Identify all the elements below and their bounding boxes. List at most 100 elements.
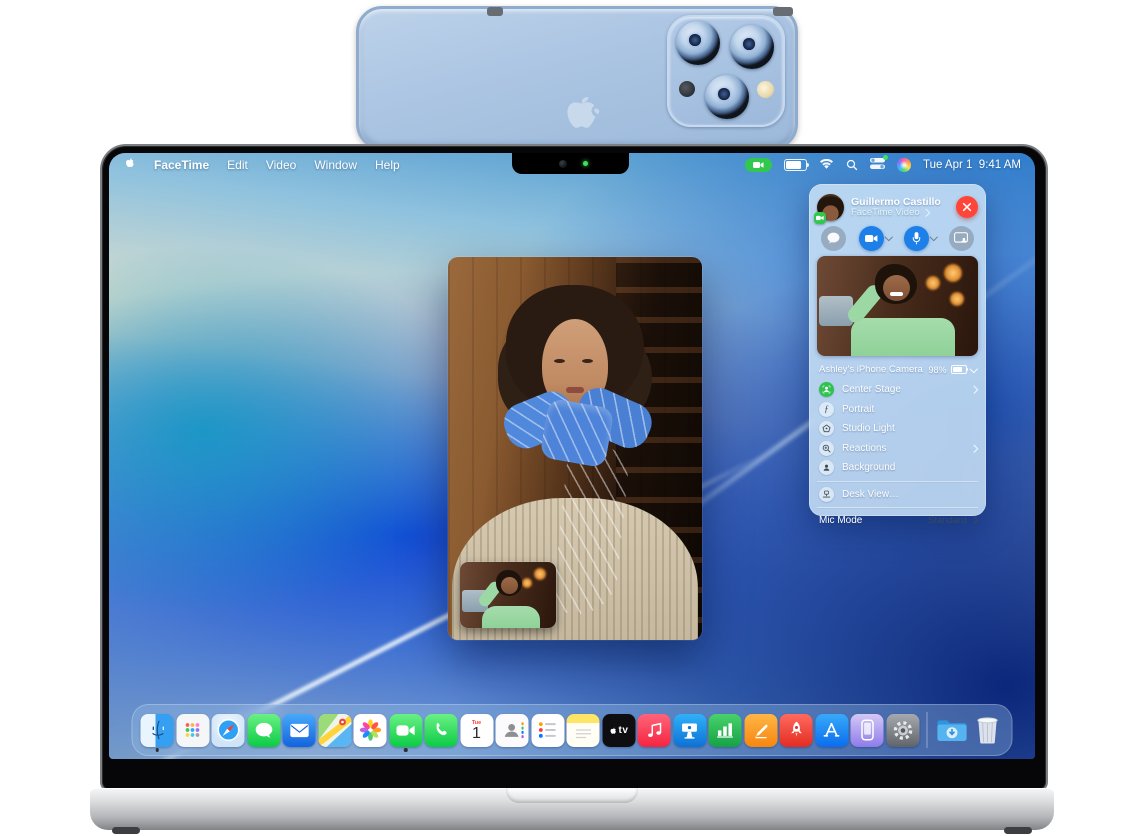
camera-source-label: Ashley's iPhone Camera	[819, 364, 923, 375]
reactions-icon	[819, 441, 834, 456]
facetime-icon	[396, 724, 415, 737]
apple-logo	[557, 83, 603, 139]
menu-facetime[interactable]: FaceTime	[154, 158, 209, 172]
maps-icon	[318, 714, 351, 747]
effect-background[interactable]: Background	[817, 458, 978, 478]
smile	[890, 292, 903, 296]
background-icon	[819, 460, 834, 475]
effect-portrait[interactable]: ƒ Portrait	[817, 400, 978, 420]
mail-icon	[289, 723, 309, 738]
dock-mail[interactable]	[283, 714, 316, 747]
dock-finder[interactable]	[141, 714, 174, 747]
camera-in-use-indicator[interactable]	[745, 158, 772, 172]
rocket-icon	[786, 720, 806, 740]
dock-rocket-app[interactable]	[780, 714, 813, 747]
iphone-lens	[676, 21, 720, 65]
dock-contacts[interactable]	[496, 714, 529, 747]
tv-apple-glyph	[609, 725, 618, 736]
mic-options-chevron[interactable]	[930, 233, 938, 241]
dock-downloads[interactable]	[935, 714, 968, 747]
reminders-icon	[537, 720, 559, 740]
messages-icon	[254, 721, 273, 739]
iphone-camera-module	[667, 15, 785, 127]
collapse-chevron[interactable]	[969, 365, 977, 373]
camera-toggle-button[interactable]	[859, 226, 884, 251]
mic-toggle-button[interactable]	[904, 226, 929, 251]
iphone-flash	[757, 81, 774, 98]
effect-center-stage[interactable]: Center Stage	[817, 380, 978, 400]
menu-edit[interactable]: Edit	[227, 158, 248, 172]
effect-studio-light[interactable]: Studio Light	[817, 419, 978, 439]
dock-photos[interactable]	[354, 714, 387, 747]
rubber-foot	[1004, 827, 1032, 834]
control-center-icon[interactable]	[870, 158, 885, 172]
facetime-window[interactable]	[448, 257, 702, 640]
dock-numbers[interactable]	[709, 714, 742, 747]
menu-help[interactable]: Help	[375, 158, 400, 172]
menu-window[interactable]: Window	[314, 158, 357, 172]
launchpad-icon	[183, 720, 203, 740]
dock-pages[interactable]	[744, 714, 777, 747]
dock-notes[interactable]	[567, 714, 600, 747]
camera-source-row[interactable]: Ashley's iPhone Camera 98%	[817, 362, 978, 377]
spotlight-search-icon[interactable]	[846, 159, 858, 171]
dock-messages[interactable]	[247, 714, 280, 747]
menu-bar-clock[interactable]: Tue Apr 1 9:41 AM	[923, 159, 1021, 171]
dock-divider	[927, 712, 928, 748]
dock-tv[interactable]: tv	[602, 714, 635, 747]
webcam-lens	[559, 160, 567, 168]
local-video-pip[interactable]	[460, 562, 556, 628]
dock-launchpad[interactable]	[176, 714, 209, 747]
effect-reactions[interactable]: Reactions	[817, 439, 978, 459]
dock-music[interactable]	[638, 714, 671, 747]
running-indicator	[404, 748, 408, 752]
call-controls	[817, 222, 978, 254]
dock-safari[interactable]	[212, 714, 245, 747]
apple-menu-icon[interactable]	[123, 157, 136, 172]
trash-icon	[974, 716, 1000, 745]
safari-icon	[215, 717, 241, 743]
mic-mode-row[interactable]: Mic Mode Standard	[817, 511, 978, 529]
dock-trash[interactable]	[971, 714, 1004, 747]
camera-active-dot	[883, 155, 888, 160]
caller-name: Guillermo Castillo	[851, 196, 949, 208]
notes-icon	[572, 720, 594, 740]
menu-video[interactable]: Video	[266, 158, 296, 172]
call-type[interactable]: FaceTime Video	[851, 208, 949, 219]
dock-iphone-mirroring[interactable]	[851, 714, 884, 747]
keynote-icon	[680, 721, 700, 740]
dock-app-store[interactable]	[815, 714, 848, 747]
downloads-folder-icon	[936, 717, 967, 743]
screen-share-button[interactable]	[949, 226, 974, 251]
battery-status-icon[interactable]	[784, 159, 807, 171]
iphone-battery-percent: 98%	[928, 365, 946, 375]
macbook-screen: FaceTime Edit Video Window Help	[109, 153, 1035, 759]
running-indicator	[155, 748, 159, 752]
messages-button[interactable]	[821, 226, 846, 251]
end-call-button[interactable]	[956, 196, 978, 218]
dock-maps[interactable]	[318, 714, 351, 747]
wifi-status-icon[interactable]	[819, 159, 834, 170]
dock-keynote[interactable]	[673, 714, 706, 747]
photos-icon	[358, 718, 382, 742]
desk-view-label: Desk View…	[842, 489, 976, 500]
dock-calendar[interactable]: Tue 1	[460, 714, 493, 747]
tv-text-glyph: tv	[619, 725, 629, 736]
display-notch	[512, 153, 629, 174]
dock-facetime[interactable]	[389, 714, 422, 747]
dock-system-settings[interactable]	[886, 714, 919, 747]
dock-reminders[interactable]	[531, 714, 564, 747]
camera-options-chevron[interactable]	[885, 233, 893, 241]
mic-mode-label: Mic Mode	[819, 515, 862, 526]
dock-phone[interactable]	[425, 714, 458, 747]
iphone-battery-icon	[951, 365, 967, 374]
rubber-foot	[112, 827, 140, 834]
studio-light-icon	[819, 421, 834, 436]
desk-view-row[interactable]: Desk View…	[817, 485, 978, 505]
video-effects-panel: Guillermo Castillo FaceTime Video	[809, 184, 986, 516]
iphone-lens	[705, 75, 749, 119]
camera-mount-clip	[773, 7, 793, 16]
siri-icon[interactable]	[897, 158, 911, 172]
numbers-icon	[716, 721, 735, 739]
system-settings-icon	[891, 719, 914, 742]
